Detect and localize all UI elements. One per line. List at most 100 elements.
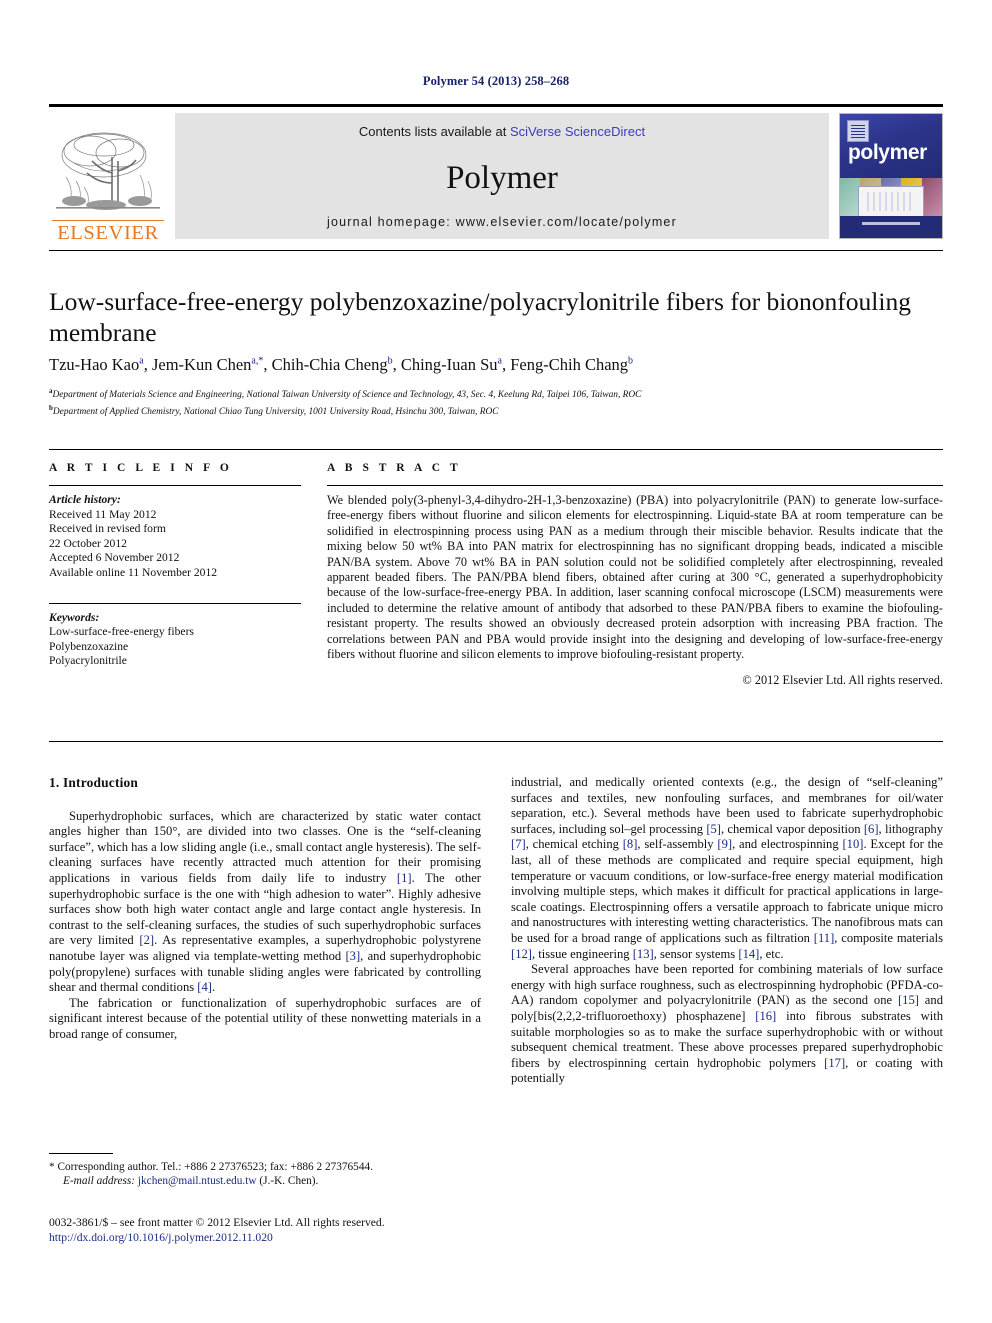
title-divider xyxy=(49,250,943,251)
info-divider-top xyxy=(49,449,943,450)
keyword-item: Polyacrylonitrile xyxy=(49,654,127,668)
elsevier-logo: ELSEVIER xyxy=(49,113,167,245)
paragraph-text: Several approaches have been reported fo… xyxy=(511,962,943,1008)
email-link[interactable]: jkchen@mail.ntust.edu.tw xyxy=(138,1175,257,1187)
journal-homepage-line[interactable]: journal homepage: www.elsevier.com/locat… xyxy=(327,215,677,229)
keyword-item: Low-surface-free-energy fibers xyxy=(49,625,194,639)
citation-ref[interactable]: [6] xyxy=(864,822,879,836)
author-mark: a,* xyxy=(251,355,264,367)
affiliation-item: bDepartment of Applied Chemistry, Nation… xyxy=(49,402,939,419)
contents-prefix: Contents lists available at xyxy=(358,124,510,139)
paper-page: Polymer 54 (2013) 258–268 ELSEVIER Conte… xyxy=(0,0,992,1323)
cover-journal-name: polymer xyxy=(848,141,927,164)
affiliation-list: aDepartment of Materials Science and Eng… xyxy=(49,385,939,418)
citation-ref[interactable]: [1] xyxy=(397,871,412,885)
history-item: Received 11 May 2012 xyxy=(49,507,157,521)
footnote-block: * Corresponding author. Tel.: +886 2 273… xyxy=(49,1153,481,1189)
author-list: Tzu-Hao Kaoa, Jem-Kun Chena,*, Chih-Chia… xyxy=(49,355,634,374)
author-name: Tzu-Hao Kao xyxy=(49,355,140,374)
paragraph-text: , lithography xyxy=(878,821,944,836)
citation-ref[interactable]: [3] xyxy=(345,949,360,963)
footnote-rule xyxy=(49,1153,113,1154)
journal-cover-thumbnail[interactable]: polymer xyxy=(839,113,943,239)
abstract-rule xyxy=(327,485,943,486)
doi-link[interactable]: http://dx.doi.org/10.1016/j.polymer.2012… xyxy=(49,1230,509,1245)
citation-ref[interactable]: [15] xyxy=(898,993,919,1007)
paragraph: Several approaches have been reported fo… xyxy=(511,962,943,1087)
article-info-column: A R T I C L E I N F O Article history: R… xyxy=(49,462,301,669)
journal-title: Polymer xyxy=(446,159,558,196)
paragraph: The fabrication or functionalization of … xyxy=(49,995,481,1041)
email-suffix: (J.-K. Chen). xyxy=(259,1175,319,1188)
citation-ref[interactable]: [14] xyxy=(738,947,759,961)
paragraph-text: , sensor systems xyxy=(653,946,739,961)
citation-ref[interactable]: [10] xyxy=(842,837,863,851)
email-label: E-mail address: xyxy=(63,1175,136,1188)
contents-list-line: Contents lists available at SciVerse Sci… xyxy=(359,124,645,139)
page-title: Low-surface-free-energy polybenzoxazine/… xyxy=(49,287,911,347)
history-item: Available online 11 November 2012 xyxy=(49,565,218,579)
paragraph-text: , and electrospinning xyxy=(732,837,843,852)
article-info-rule xyxy=(49,485,301,486)
article-history: Article history: Received 11 May 2012 Re… xyxy=(49,493,301,581)
abstract-text: We blended poly(3-phenyl-3,4-dihydro-2H-… xyxy=(327,493,943,662)
keyword-item: Polybenzoxazine xyxy=(49,639,129,653)
running-head: Polymer 54 (2013) 258–268 xyxy=(422,74,570,88)
history-item: Accepted 6 November 2012 xyxy=(49,551,180,565)
corresponding-author-note: * Corresponding author. Tel.: +886 2 273… xyxy=(49,1161,373,1173)
body-column-right: industrial, and medically oriented conte… xyxy=(511,775,943,1087)
author-name: Chih-Chia Cheng xyxy=(271,355,388,374)
author-mark: a xyxy=(497,355,502,367)
citation-ref[interactable]: [13] xyxy=(633,947,654,961)
citation-ref[interactable]: [12] xyxy=(511,947,532,961)
citation-ref[interactable]: [4] xyxy=(197,980,212,994)
citation-ref[interactable]: [16] xyxy=(755,1009,776,1023)
author-name: Ching-Iuan Su xyxy=(400,355,498,374)
info-divider-bottom xyxy=(49,741,943,742)
author-mark: a xyxy=(139,355,144,367)
keywords-rule xyxy=(49,602,301,604)
article-info-heading: A R T I C L E I N F O xyxy=(49,462,233,474)
paragraph-text: . Except for the last, all of these meth… xyxy=(511,837,943,945)
cover-footer-band xyxy=(840,215,942,238)
citation-ref[interactable]: [2] xyxy=(139,933,154,947)
paragraph-text: , self-assembly xyxy=(637,837,718,852)
author-mark: b xyxy=(387,355,393,367)
imprint-line: 0032-3861/$ – see front matter © 2012 El… xyxy=(49,1216,385,1229)
elsevier-wordmark: ELSEVIER xyxy=(52,219,164,244)
email-note: E-mail address: jkchen@mail.ntust.edu.tw… xyxy=(49,1174,481,1188)
imprint-block: 0032-3861/$ – see front matter © 2012 El… xyxy=(49,1215,509,1245)
keywords-block: Keywords: Low-surface-free-energy fibers… xyxy=(49,602,301,669)
author-name: Jem-Kun Chen xyxy=(151,355,252,374)
paragraph-text: , chemical etching xyxy=(525,837,623,852)
abstract-copyright: © 2012 Elsevier Ltd. All rights reserved… xyxy=(742,673,943,688)
keywords-list: Keywords: Low-surface-free-energy fibers… xyxy=(49,611,301,669)
paragraph-text: , etc. xyxy=(759,946,784,961)
journal-masthead: ELSEVIER Contents lists available at Sci… xyxy=(49,104,943,245)
abstract-column: A B S T R A C T We blended poly(3-phenyl… xyxy=(327,462,943,688)
paragraph-text: . xyxy=(211,980,216,995)
elsevier-tree-icon xyxy=(56,132,160,210)
citation-ref[interactable]: [5] xyxy=(706,822,721,836)
sciencedirect-link[interactable]: SciVerse ScienceDirect xyxy=(510,124,645,139)
article-history-label: Article history: xyxy=(49,493,121,506)
keywords-label: Keywords: xyxy=(49,610,100,624)
author-mark: b xyxy=(628,355,634,367)
paragraph: Superhydrophobic surfaces, which are cha… xyxy=(49,809,481,996)
journal-band: Contents lists available at SciVerse Sci… xyxy=(175,113,829,239)
paragraph-text: , composite materials xyxy=(834,930,943,945)
history-item: 22 October 2012 xyxy=(49,536,127,550)
citation-ref[interactable]: [7] xyxy=(511,837,526,851)
citation-ref[interactable]: [9] xyxy=(717,837,732,851)
affiliation-text: Department of Applied Chemistry, Nationa… xyxy=(52,406,499,417)
abstract-heading: A B S T R A C T xyxy=(327,462,462,474)
author-name: Feng-Chih Chang xyxy=(510,355,629,374)
body-column-left: 1. Introduction Superhydrophobic surface… xyxy=(49,775,481,1043)
paragraph-text: , chemical vapor deposition xyxy=(721,821,864,836)
cover-publisher-mark-icon xyxy=(847,120,869,142)
affiliation-item: aDepartment of Materials Science and Eng… xyxy=(49,385,939,402)
citation-ref[interactable]: [11] xyxy=(814,931,835,945)
citation-ref[interactable]: [8] xyxy=(623,837,638,851)
citation-ref[interactable]: [17] xyxy=(824,1056,845,1070)
history-item: Received in revised form xyxy=(49,522,166,536)
